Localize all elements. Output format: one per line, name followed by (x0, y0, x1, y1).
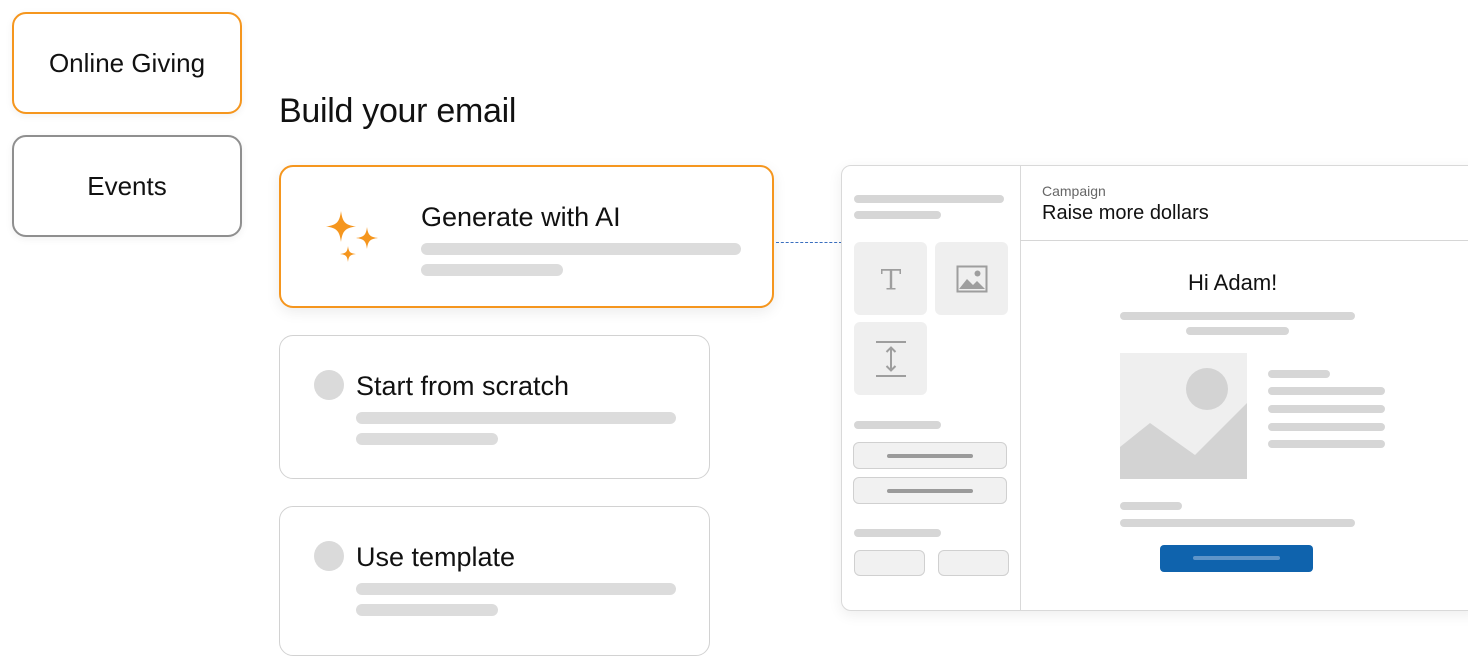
placeholder-line (887, 454, 973, 458)
spacer-block-icon (875, 340, 906, 377)
email-greeting: Hi Adam! (1188, 270, 1278, 295)
email-editor-preview: Campaign Raise more dollars Hi Adam! (841, 165, 1468, 611)
placeholder-button[interactable] (853, 442, 1007, 469)
placeholder-line (1268, 370, 1330, 378)
placeholder-line (1120, 312, 1355, 320)
tab-online-giving-label: Online Giving (48, 47, 206, 78)
tab-online-giving[interactable]: Online Giving (12, 12, 242, 114)
tab-events-label: Events (87, 170, 167, 201)
placeholder-button[interactable] (938, 550, 1009, 576)
placeholder-line (1186, 327, 1289, 335)
image-placeholder-icon (1120, 368, 1247, 479)
start-from-scratch-label: Start from scratch (356, 371, 570, 401)
page-title: Build your email (279, 92, 517, 130)
placeholder-button[interactable] (853, 477, 1007, 504)
description-placeholder-line (421, 243, 741, 255)
radio-dot-icon (314, 541, 344, 571)
generate-with-ai-label: Generate with AI (421, 202, 621, 232)
editor-blocks-panel (842, 166, 1021, 610)
placeholder-line (1268, 440, 1385, 448)
placeholder-line (854, 195, 1004, 203)
placeholder-line (854, 211, 941, 219)
tab-events[interactable]: Events (12, 135, 242, 237)
placeholder-line (1268, 423, 1385, 431)
dashed-connector (776, 242, 842, 243)
header-divider (1020, 240, 1468, 241)
description-placeholder-line (356, 433, 498, 445)
image-block-tile[interactable] (935, 242, 1008, 315)
placeholder-line (854, 421, 941, 429)
description-placeholder-line (356, 604, 498, 616)
placeholder-line (1193, 556, 1280, 560)
description-placeholder-line (421, 264, 563, 276)
text-block-tile[interactable] (854, 242, 927, 315)
description-placeholder-line (356, 583, 676, 595)
placeholder-line (854, 529, 941, 537)
campaign-name: Raise more dollars (1042, 202, 1209, 224)
cta-button[interactable] (1160, 545, 1313, 572)
use-template-option[interactable]: Use template (279, 506, 710, 656)
image-placeholder (1120, 353, 1247, 479)
placeholder-line (1268, 387, 1385, 395)
description-placeholder-line (356, 412, 676, 424)
spacer-block-tile[interactable] (854, 322, 927, 395)
placeholder-line (1120, 502, 1182, 510)
start-from-scratch-option[interactable]: Start from scratch (279, 335, 710, 479)
placeholder-line (1268, 405, 1385, 413)
placeholder-button[interactable] (854, 550, 925, 576)
use-template-label: Use template (356, 542, 516, 572)
sparkles-icon (326, 211, 378, 262)
email-preview-panel: Campaign Raise more dollars Hi Adam! (1020, 166, 1468, 610)
generate-with-ai-option[interactable]: Generate with AI (279, 165, 774, 308)
campaign-label: Campaign (1042, 183, 1106, 199)
placeholder-line (887, 489, 973, 493)
radio-dot-icon (314, 370, 344, 400)
placeholder-line (1120, 519, 1355, 527)
image-block-icon (956, 265, 987, 292)
text-block-icon (880, 268, 901, 289)
